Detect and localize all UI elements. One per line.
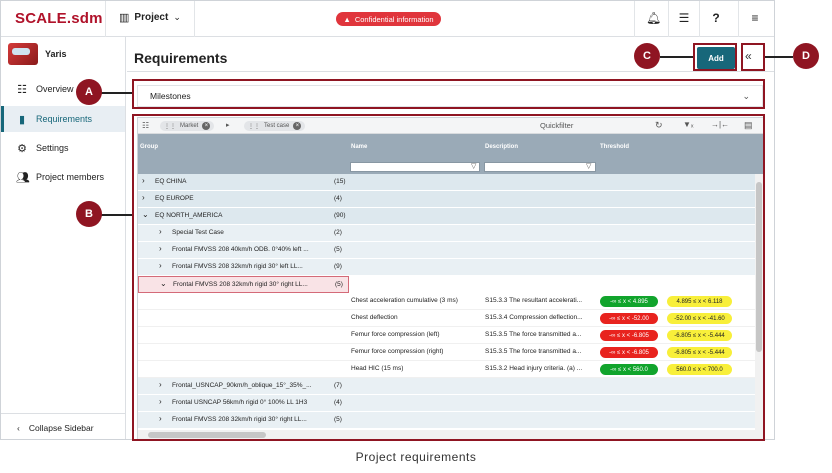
sidebar-item-project-members[interactable]: 👥︎ Project members bbox=[1, 164, 125, 190]
divider bbox=[127, 71, 774, 72]
sidebar-item-overview[interactable]: ☷ Overview bbox=[1, 76, 125, 102]
divider bbox=[738, 1, 739, 37]
sidebar-item-label: Settings bbox=[36, 143, 69, 153]
users-icon: 👥︎ bbox=[16, 171, 30, 184]
chevron-down-icon: ⌄ bbox=[173, 12, 181, 22]
sidebar-item-requirements[interactable]: ▮ Requirements bbox=[1, 106, 125, 132]
figure-caption: Project requirements bbox=[355, 450, 477, 464]
callout-line-b bbox=[101, 214, 132, 216]
page-title: Requirements bbox=[134, 50, 228, 66]
gear-icon: ⚙ bbox=[17, 142, 27, 155]
divider bbox=[699, 1, 700, 37]
bar-chart-icon: ▮ bbox=[18, 113, 26, 126]
list-icon: ☷ bbox=[17, 83, 27, 96]
bell-icon[interactable]: 🔔︎ bbox=[646, 11, 661, 25]
collapse-sidebar-button[interactable]: ‹ Collapse Sidebar bbox=[1, 413, 125, 439]
divider bbox=[194, 1, 195, 37]
callout-line-a bbox=[101, 92, 132, 94]
divider bbox=[634, 1, 635, 37]
sidebar-item-settings[interactable]: ⚙ Settings bbox=[1, 135, 125, 161]
divider bbox=[105, 1, 106, 37]
highlight-c bbox=[693, 43, 737, 71]
sidebar-item-label: Project members bbox=[36, 172, 105, 182]
checklist-icon[interactable]: ☰ bbox=[677, 11, 691, 25]
chevron-left-icon: ‹ bbox=[17, 422, 20, 433]
menu-icon[interactable]: ≡ bbox=[748, 11, 762, 25]
project-name: Yaris bbox=[45, 49, 67, 59]
sidebar: Yaris ☷ Overview ▮ Requirements ⚙ Settin… bbox=[1, 37, 126, 439]
sidebar-item-label: Overview bbox=[36, 84, 74, 94]
callout-line-d bbox=[765, 56, 793, 58]
grid-icon: ▥ bbox=[119, 12, 130, 24]
project-menu-label: Project bbox=[134, 12, 169, 23]
warning-icon: ▲ bbox=[343, 14, 351, 24]
callout-a: A bbox=[76, 79, 102, 105]
help-icon[interactable]: ? bbox=[709, 11, 723, 25]
highlight-d bbox=[741, 43, 765, 71]
divider bbox=[668, 1, 669, 37]
highlight-b bbox=[132, 114, 765, 441]
sidebar-item-label: Requirements bbox=[36, 114, 93, 124]
callout-d: D bbox=[793, 43, 819, 69]
confidential-badge: ▲ Confidential information bbox=[336, 12, 441, 26]
app-logo[interactable]: SCALE.sdm bbox=[15, 10, 103, 27]
collapse-sidebar-label: Collapse Sidebar bbox=[28, 422, 94, 433]
highlight-a bbox=[132, 79, 765, 109]
callout-b: B bbox=[76, 201, 102, 227]
top-bar: SCALE.sdm ▥ Project ⌄ ▲ Confidential inf… bbox=[1, 1, 774, 37]
project-menu[interactable]: ▥ Project ⌄ bbox=[119, 11, 181, 24]
callout-line-c bbox=[660, 56, 693, 58]
confidential-label: Confidential information bbox=[354, 14, 434, 24]
project-avatar bbox=[8, 43, 38, 65]
callout-c: C bbox=[634, 43, 660, 69]
